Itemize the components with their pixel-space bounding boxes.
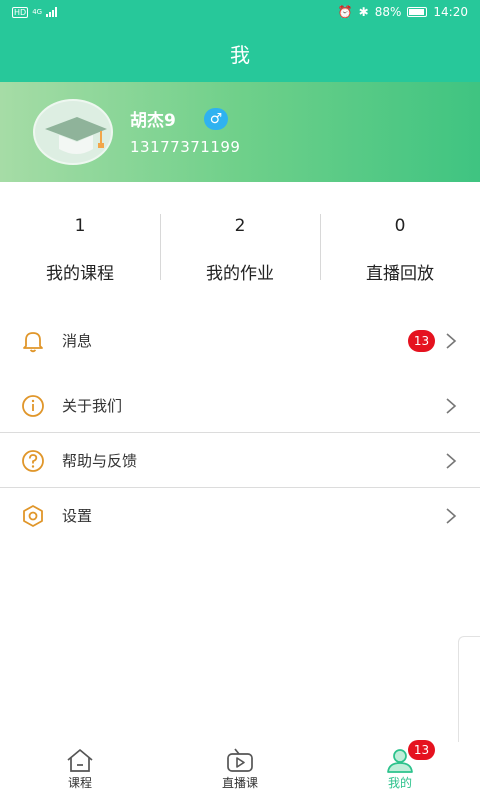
messages-badge: 13 — [408, 329, 435, 352]
menu-item-settings[interactable]: 设置 — [0, 488, 480, 543]
bluetooth-icon: ✱ — [358, 5, 369, 19]
status-bar: HD 4G ⏰ ✱ 88% 14:20 — [0, 0, 480, 24]
tab-courses[interactable]: 课程 — [0, 742, 160, 800]
user-phone: 13177371199 — [130, 138, 241, 156]
tab-label: 直播课 — [221, 776, 258, 790]
home-icon — [67, 749, 93, 772]
stat-label: 直播回放 — [366, 264, 434, 284]
chevron-right-icon — [446, 397, 457, 414]
menu-item-messages[interactable]: 消息 13 — [0, 313, 480, 368]
tab-badge: 13 — [408, 740, 435, 760]
divider — [320, 214, 321, 280]
stat-value: 0 — [394, 216, 406, 236]
chevron-right-icon — [446, 452, 457, 469]
side-edge-handle[interactable] — [458, 636, 480, 748]
battery-percent: 88% — [374, 5, 402, 19]
user-name: 胡杰9 — [130, 111, 176, 131]
tab-label: 我的 — [387, 776, 412, 790]
clock: 14:20 — [433, 5, 468, 19]
menu-item-label: 设置 — [62, 507, 93, 525]
bell-icon — [20, 328, 46, 354]
graduation-cap-icon — [45, 117, 107, 154]
signal-icon — [46, 7, 58, 17]
settings-hexagon-icon — [20, 503, 46, 529]
stat-label: 我的作业 — [206, 264, 274, 284]
hd-indicator: HD — [12, 6, 29, 18]
divider — [160, 214, 161, 280]
chevron-right-icon — [446, 332, 457, 349]
tab-live-class[interactable]: 直播课 — [160, 742, 320, 800]
stat-value: 2 — [234, 216, 246, 236]
stat-label: 我的课程 — [46, 264, 114, 284]
profile-banner[interactable] — [0, 82, 480, 182]
stats-row: 1 我的课程 2 我的作业 0 直播回放 — [0, 182, 480, 300]
avatar[interactable] — [33, 99, 113, 165]
stat-value: 1 — [74, 216, 86, 236]
info-icon — [20, 393, 46, 419]
menu-item-label: 关于我们 — [62, 397, 123, 415]
question-icon — [20, 448, 46, 474]
stat-my-homework[interactable]: 2 我的作业 — [160, 182, 320, 300]
chevron-right-icon — [446, 507, 457, 524]
stat-live-replay[interactable]: 0 直播回放 — [320, 182, 480, 300]
stat-my-courses[interactable]: 1 我的课程 — [0, 182, 160, 300]
menu-item-label: 帮助与反馈 — [62, 452, 138, 470]
tab-mine[interactable]: 我的 13 — [320, 740, 480, 800]
bottom-tab-bar: 课程 直播课 我的 13 — [0, 740, 480, 800]
title-bar: 我 — [0, 24, 480, 82]
menu-item-help-feedback[interactable]: 帮助与反馈 — [0, 433, 480, 488]
network-type: 4G — [32, 8, 43, 16]
tv-play-icon — [227, 748, 253, 772]
gender-male-icon: ♂ — [204, 108, 228, 130]
battery-icon — [407, 7, 428, 17]
page-title: 我 — [230, 42, 250, 67]
menu-item-about[interactable]: 关于我们 — [0, 378, 480, 433]
tab-label: 课程 — [67, 776, 92, 790]
alarm-icon: ⏰ — [337, 5, 353, 19]
menu-item-label: 消息 — [62, 332, 93, 350]
